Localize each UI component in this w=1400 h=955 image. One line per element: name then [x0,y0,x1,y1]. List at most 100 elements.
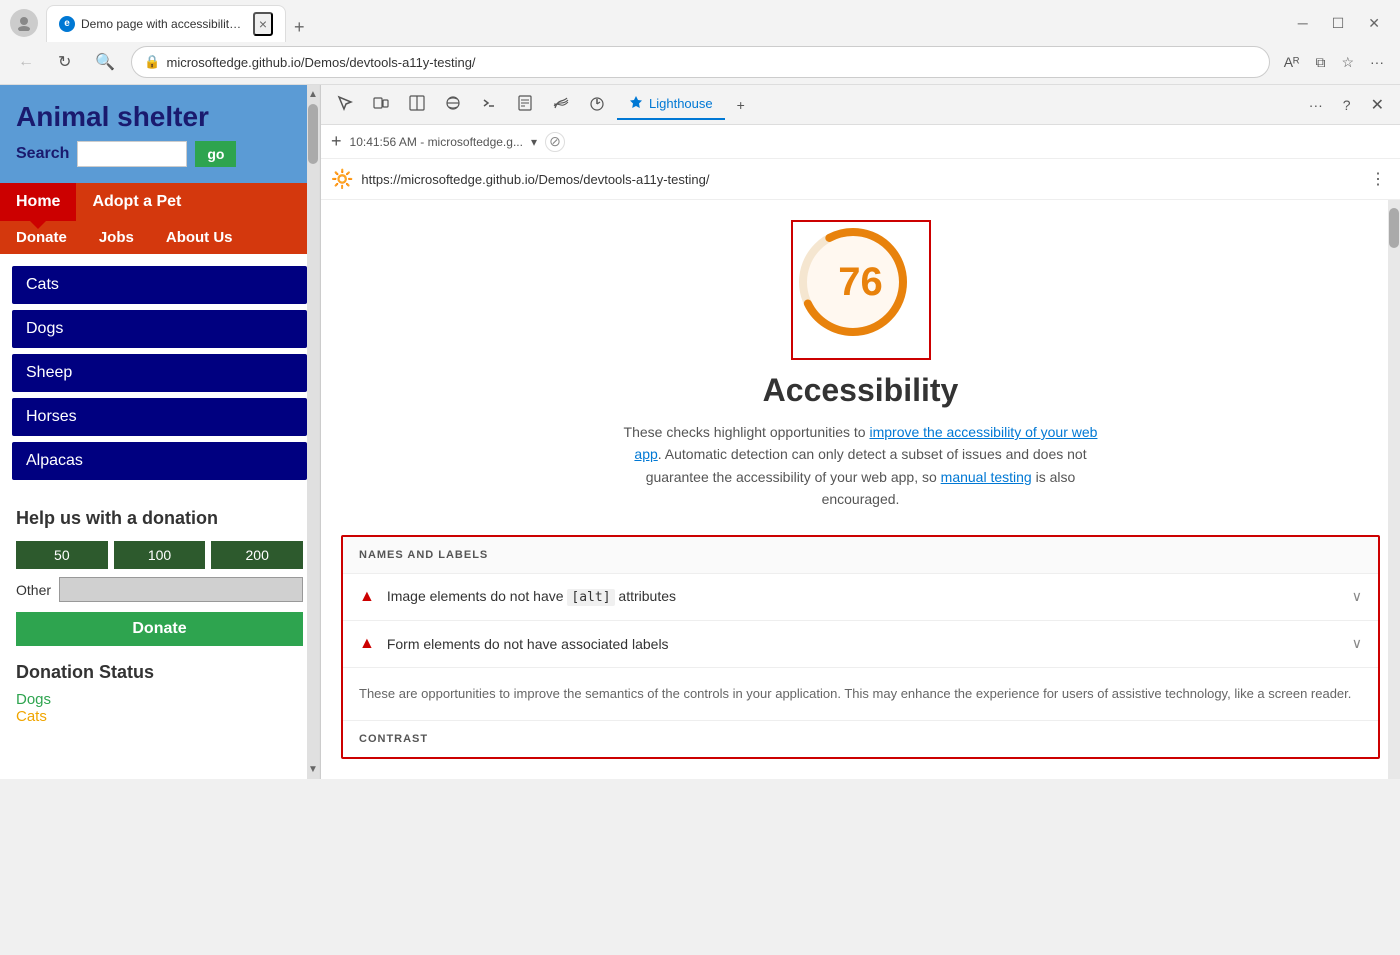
donation-section: Help us with a donation 50 100 200 Other… [0,492,319,662]
manual-testing-link[interactable]: manual testing [941,469,1032,485]
search-label: Search [16,145,69,163]
refresh-button[interactable]: ↻ [50,48,79,76]
split-screen-button[interactable]: ⧉ [1309,50,1331,75]
active-tab[interactable]: e Demo page with accessibility iss... × [46,5,286,42]
close-button[interactable]: ✕ [1358,11,1390,36]
network-button[interactable] [545,91,577,118]
scroll-down[interactable]: ▼ [308,764,318,775]
sidebar-header: Animal shelter Search go [0,85,319,183]
donation-title: Help us with a donation [16,508,303,529]
sidebar-scrollbar[interactable]: ▲ ▼ [307,85,319,779]
amount-50-button[interactable]: 50 [16,541,108,569]
issues-section: NAMES AND LABELS ▲ Image elements do not… [341,535,1380,760]
performance-button[interactable] [581,91,613,118]
nav-container: Home Adopt a Pet Donate Jobs About Us [0,183,319,254]
donation-amounts: 50 100 200 [16,541,303,569]
new-tab-button[interactable]: + [286,13,313,42]
cats-status[interactable]: Cats [16,708,303,725]
address-bar[interactable]: 🔒 microsoftedge.github.io/Demos/devtools… [131,46,1269,78]
score-title: Accessibility [763,372,959,409]
devtools-content: 76 Accessibility These checks highlight … [321,200,1400,779]
amount-200-button[interactable]: 200 [211,541,303,569]
run-timestamp: 10:41:56 AM - microsoftedge.g... [350,135,523,149]
window-controls: ─ ☐ ✕ [1288,11,1390,36]
search-button[interactable]: 🔍 [87,48,123,76]
address-text: microsoftedge.github.io/Demos/devtools-a… [167,55,1257,70]
target-more-button[interactable]: ⋮ [1366,165,1390,193]
nav-adopt[interactable]: Adopt a Pet [76,183,197,221]
clear-button[interactable]: ⊘ [545,132,565,152]
search-go-button[interactable]: go [195,141,236,167]
score-value: 76 [793,222,929,342]
animal-list: Cats Dogs Sheep Horses Alpacas [0,254,319,492]
device-emulation-button[interactable] [365,91,397,118]
read-aloud-button[interactable]: Aᴿ [1278,50,1306,75]
lighthouse-label: Lighthouse [649,96,713,111]
tab-close-button[interactable]: × [253,12,273,36]
scroll-up[interactable]: ▲ [308,89,318,100]
devtools-panel: Lighthouse + ··· ? ✕ + 10:41:56 AM - mic… [320,85,1400,779]
chevron-1: ∨ [1352,588,1362,605]
devtools-url-bar: + 10:41:56 AM - microsoftedge.g... ▾ ⊘ [321,125,1400,159]
sources-button[interactable] [509,91,541,118]
other-amount-input[interactable] [59,577,303,602]
devtools-close-button[interactable]: ✕ [1363,91,1392,119]
alt-code: [alt] [567,589,614,606]
elements-button[interactable] [437,91,469,118]
animal-item-sheep[interactable]: Sheep [12,354,307,392]
score-description: These checks highlight opportunities to … [621,421,1101,511]
animal-item-alpacas[interactable]: Alpacas [12,442,307,480]
split-pane-button[interactable] [401,91,433,118]
section-note: These are opportunities to improve the s… [343,668,1378,722]
search-input[interactable] [77,141,187,167]
sidebar-search-row: Search go [16,141,303,167]
nav-about[interactable]: About Us [150,221,249,254]
nav-jobs[interactable]: Jobs [83,221,150,254]
dogs-status[interactable]: Dogs [16,691,303,708]
animal-item-cats[interactable]: Cats [12,266,307,304]
other-row: Other [16,577,303,602]
lighthouse-target-icon: 🔆 [331,169,353,190]
animal-item-dogs[interactable]: Dogs [12,310,307,348]
target-url-text: https://microsoftedge.github.io/Demos/de… [361,172,1358,187]
other-label: Other [16,582,51,598]
profile-icon[interactable] [10,9,38,37]
back-button[interactable]: ← [10,49,42,75]
nav-bar: ← ↻ 🔍 🔒 microsoftedge.github.io/Demos/de… [0,40,1400,84]
inspect-element-button[interactable] [329,91,361,118]
minimize-button[interactable]: ─ [1288,11,1318,36]
nav-right-icons: Aᴿ ⧉ ☆ ··· [1278,50,1390,75]
tab-bar: e Demo page with accessibility iss... × … [46,5,313,42]
tab-favicon: e [59,16,75,32]
lighthouse-tab[interactable]: Lighthouse [617,89,725,120]
content-scrollbar[interactable] [1388,200,1400,779]
desc-part1: These checks highlight opportunities to [624,424,870,440]
console-button[interactable] [473,91,505,118]
animal-item-horses[interactable]: Horses [12,398,307,436]
donate-button[interactable]: Donate [16,612,303,646]
devtools-help-button[interactable]: ? [1335,93,1359,117]
scroll-thumb[interactable] [308,104,318,164]
issue-form-labels[interactable]: ▲ Form elements do not have associated l… [343,621,1378,668]
devtools-more-button[interactable]: ··· [1301,93,1331,117]
website-sidebar: Animal shelter Search go Home Adopt a Pe… [0,85,320,779]
score-circle-wrapper: 76 [791,220,931,360]
add-tool-button[interactable]: + [729,93,753,117]
content-scroll-thumb[interactable] [1389,208,1399,248]
target-url-row: 🔆 https://microsoftedge.github.io/Demos/… [321,159,1400,200]
lock-icon: 🔒 [144,54,160,70]
favorites-button[interactable]: ☆ [1335,50,1360,75]
maximize-button[interactable]: ☐ [1322,11,1355,36]
title-bar: e Demo page with accessibility iss... × … [0,0,1400,40]
more-button[interactable]: ··· [1364,50,1390,75]
amount-100-button[interactable]: 100 [114,541,206,569]
timestamp-dropdown[interactable]: ▾ [531,135,537,149]
tab-title: Demo page with accessibility iss... [81,17,247,31]
browser-chrome: e Demo page with accessibility iss... × … [0,0,1400,85]
issue-alt-attributes[interactable]: ▲ Image elements do not have [alt] attri… [343,574,1378,621]
main-area: Animal shelter Search go Home Adopt a Pe… [0,85,1400,779]
nav-home[interactable]: Home [0,183,76,221]
nav-row2: Donate Jobs About Us [0,221,319,254]
warning-icon-2: ▲ [359,635,375,653]
new-run-button[interactable]: + [331,131,342,152]
